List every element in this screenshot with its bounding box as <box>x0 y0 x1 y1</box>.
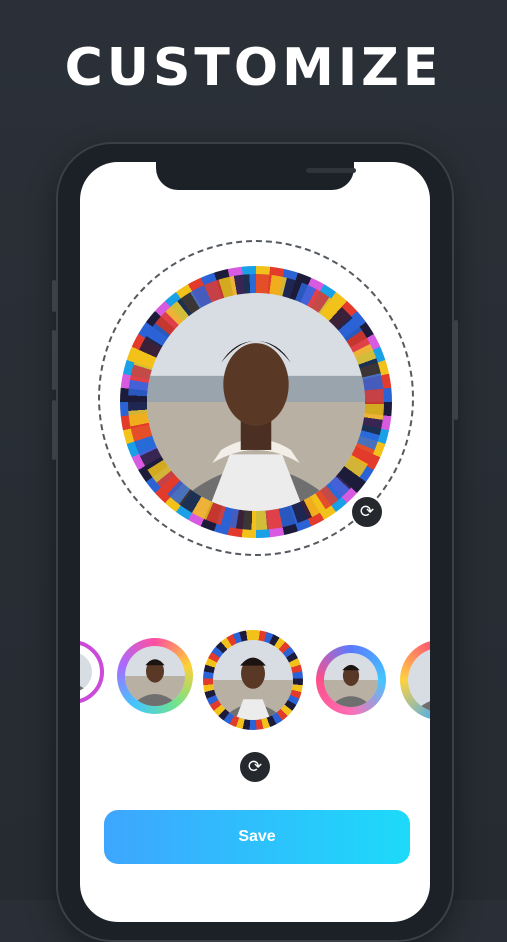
frame-thumb-tribal-pattern[interactable] <box>203 630 303 730</box>
headline: CUSTOMIZE <box>64 38 443 98</box>
thumb-photo <box>125 646 185 706</box>
thumb-photo <box>213 640 293 720</box>
notch <box>156 162 356 190</box>
frame-thumb-pink-ring[interactable] <box>80 640 104 704</box>
thumb-photo <box>324 653 378 707</box>
phone-power-button <box>454 320 458 420</box>
phone-volume-down-button <box>52 400 56 460</box>
save-button[interactable]: Save <box>104 810 410 864</box>
thumb-photo <box>80 652 92 692</box>
rotate-icon: ⟳ <box>247 757 263 777</box>
phone-screen: ⟳ ⟳ Save <box>80 162 430 922</box>
phone-volume-up-button <box>52 330 56 390</box>
frame-thumb-colorful-ring[interactable] <box>400 640 430 720</box>
rotate-thumbnail-button[interactable]: ⟳ <box>240 752 270 782</box>
profile-photo <box>147 293 365 511</box>
rotate-icon: ⟳ <box>359 502 375 522</box>
thumb-photo <box>408 648 430 712</box>
phone-mute-button <box>52 280 56 312</box>
speaker-grille <box>306 168 356 173</box>
frame-thumb-rainbow-gradient-ring[interactable] <box>117 638 193 714</box>
frame-thumb-blue-pink-gradient-ring[interactable] <box>316 645 386 715</box>
rotate-frame-button[interactable]: ⟳ <box>352 497 382 527</box>
